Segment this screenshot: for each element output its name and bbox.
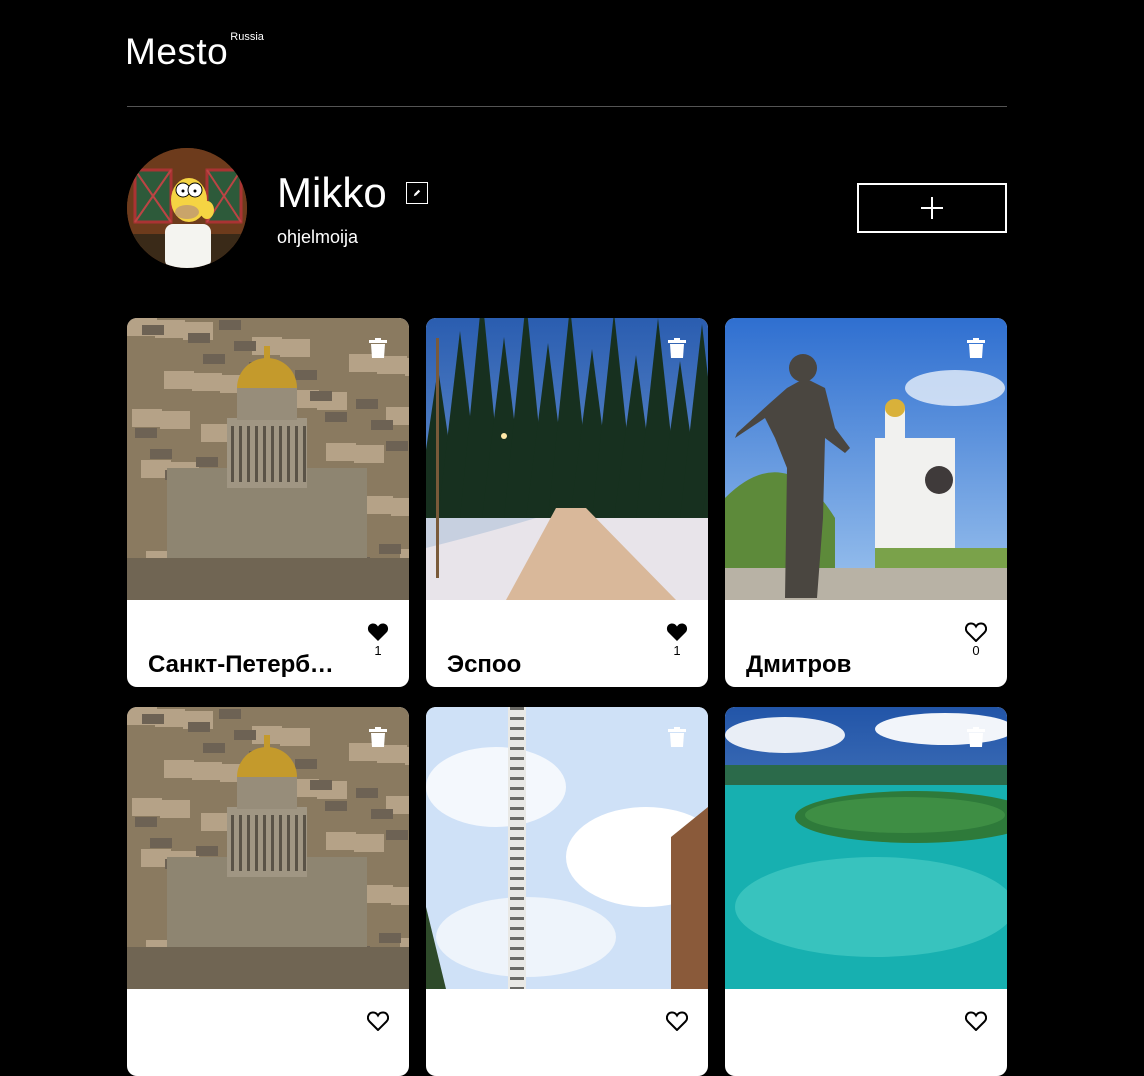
heart-icon[interactable] [666,622,688,642]
cards-grid: Санкт-Петербург 1 Эспоо 1 Дмитров 0 [127,318,1007,1076]
card-image[interactable] [725,707,1007,989]
place-card: Эспоо 1 [426,318,708,687]
heart-icon[interactable] [965,622,987,642]
add-card-button[interactable] [857,183,1007,233]
like-box [366,1011,390,1032]
trash-icon[interactable] [967,727,985,747]
card-body: Санкт-Петербург 1 [127,600,409,687]
logo-text: Mesto [125,31,229,72]
profile-name-row: Mikko [277,168,428,218]
heart-icon[interactable] [367,622,389,642]
plus-icon [921,197,943,219]
edit-profile-button[interactable] [405,182,428,204]
like-count: 1 [374,643,382,658]
profile: Mikko ohjelmoija [127,148,1007,268]
profile-about: ohjelmoija [277,227,359,247]
logo-superscript: Russia [230,31,264,43]
logo: Mesto Russia [125,30,264,74]
card-image[interactable] [426,707,708,989]
card-body [127,989,409,1076]
place-card [426,707,708,1076]
trash-icon[interactable] [668,727,686,747]
heart-icon[interactable] [965,1011,987,1031]
like-box [964,1011,988,1032]
trash-icon[interactable] [369,338,387,358]
pencil-icon [413,189,420,197]
heart-icon[interactable] [666,1011,688,1031]
trash-icon[interactable] [369,727,387,747]
profile-info: Mikko ohjelmoija [277,168,428,248]
trash-icon[interactable] [967,338,985,358]
card-body: Эспоо 1 [426,600,708,687]
card-title: Эспоо [447,650,522,678]
avatar[interactable] [127,148,247,268]
card-image[interactable] [127,318,409,600]
header: Mesto Russia [125,0,1007,107]
like-count: 0 [972,643,980,658]
heart-icon[interactable] [367,1011,389,1031]
like-box: 1 [366,622,390,659]
card-body [426,989,708,1076]
place-card [127,707,409,1076]
place-card [725,707,1007,1076]
place-card: Санкт-Петербург 1 [127,318,409,687]
card-title: Санкт-Петербург [148,650,338,678]
trash-icon[interactable] [668,338,686,358]
card-image[interactable] [725,318,1007,600]
like-box [665,1011,689,1032]
like-box: 0 [964,622,988,659]
card-body: Дмитров 0 [725,600,1007,687]
card-image[interactable] [426,318,708,600]
like-count: 1 [673,643,681,658]
card-image[interactable] [127,707,409,989]
page: Mesto Russia Mikko ohjelmoija Санкт-Пете… [125,0,1007,1076]
like-box: 1 [665,622,689,659]
profile-name: Mikko [277,169,387,216]
card-title: Дмитров [746,650,852,678]
card-body [725,989,1007,1076]
place-card: Дмитров 0 [725,318,1007,687]
